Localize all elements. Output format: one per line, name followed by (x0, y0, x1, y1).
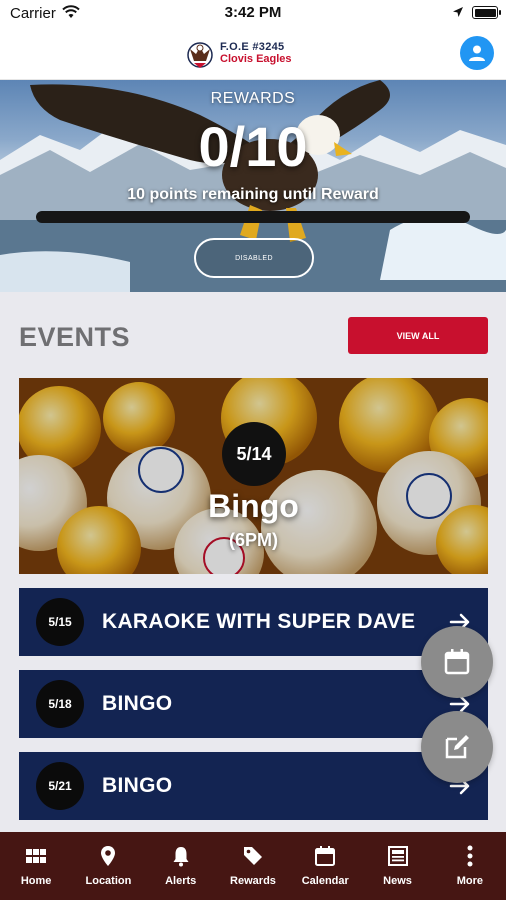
event-name: BINGO (102, 692, 173, 715)
tag-icon (243, 847, 262, 865)
newspaper-icon (387, 846, 408, 866)
event-date: 5/15 (36, 598, 84, 646)
status-bar: Carrier 3:42 PM (0, 0, 506, 28)
tab-news[interactable]: News (361, 832, 433, 900)
brand-subtitle: Clovis Eagles (220, 53, 292, 65)
tab-alerts[interactable]: Alerts (145, 832, 217, 900)
featured-event-date: 5/14 (222, 422, 286, 486)
rewards-remaining-text: 10 points remaining until Reward (127, 186, 379, 203)
profile-button[interactable] (460, 36, 494, 70)
event-row[interactable]: 5/18 BINGO (19, 670, 488, 738)
home-grid-icon (26, 849, 47, 863)
tab-home[interactable]: Home (0, 832, 72, 900)
featured-event-title: Bingo (208, 488, 299, 524)
tab-label: Home (20, 875, 52, 887)
rewards-label: REWARDS (210, 90, 296, 107)
featured-event-time: (6PM) (229, 530, 278, 550)
event-name: KARAOKE WITH SUPER DAVE (102, 610, 416, 633)
location-pin-icon (101, 846, 116, 866)
battery-icon (472, 6, 501, 19)
clock: 3:42 PM (224, 4, 282, 21)
event-date: 5/21 (36, 762, 84, 810)
event-row[interactable]: 5/15 KARAOKE WITH SUPER DAVE (19, 588, 488, 656)
tab-rewards[interactable]: Rewards (217, 832, 289, 900)
tab-calendar[interactable]: Calendar (289, 832, 361, 900)
events-title: EVENTS (19, 322, 131, 352)
bell-icon (173, 847, 189, 867)
tab-label: Location (85, 875, 132, 887)
event-row[interactable]: 5/21 BINGO (19, 752, 488, 820)
calendar-icon (315, 846, 336, 866)
view-all-button[interactable]: VIEW ALL (348, 317, 488, 354)
redeem-disabled-button[interactable]: DISABLED (194, 238, 314, 278)
rewards-hero: REWARDS 0/10 10 points remaining until R… (0, 80, 506, 292)
calendar-icon (444, 649, 470, 675)
tab-label: Calendar (301, 875, 349, 887)
eagle-logo-icon (187, 42, 213, 68)
tab-label: News (383, 875, 412, 887)
location-arrow-icon (453, 7, 463, 17)
rewards-progress-bar (36, 211, 470, 223)
tab-label: Rewards (230, 875, 276, 887)
edit-icon (445, 735, 469, 759)
edit-fab-button[interactable] (421, 711, 493, 783)
more-vertical-icon (467, 845, 473, 867)
tab-label: Alerts (165, 875, 197, 887)
rewards-count: 0/10 (198, 115, 308, 178)
event-date: 5/18 (36, 680, 84, 728)
user-icon (469, 45, 485, 61)
brand: F.O.E #3245 Clovis Eagles (186, 34, 292, 74)
tab-more[interactable]: More (434, 832, 506, 900)
bottom-tab-bar: Home Location Alerts Rewards Calendar Ne… (0, 832, 506, 900)
app-header: F.O.E #3245 Clovis Eagles (0, 28, 506, 80)
calendar-fab-button[interactable] (421, 626, 493, 698)
event-name: BINGO (102, 774, 173, 797)
tab-label: More (456, 875, 483, 887)
featured-event-card[interactable]: 5/14 Bingo (6PM) (19, 378, 488, 574)
tab-location[interactable]: Location (72, 832, 144, 900)
